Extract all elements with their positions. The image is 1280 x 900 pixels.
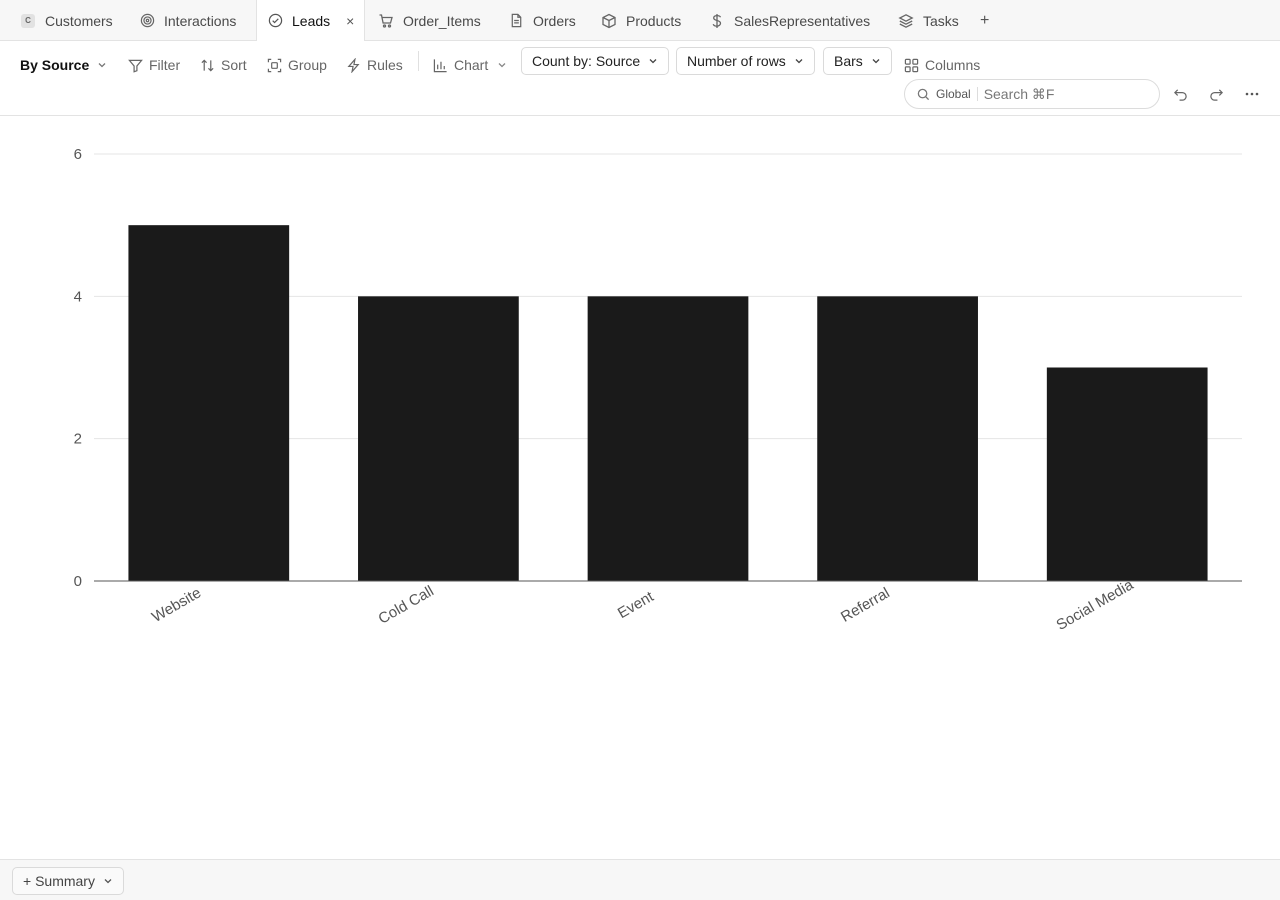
chevron-down-icon [795,59,803,64]
chart-style-label: Bars [834,53,863,69]
filter-icon [128,59,143,73]
tab-label: Orders [533,12,576,29]
chevron-down-icon [872,59,880,64]
metric-dropdown[interactable]: Number of rows [676,47,815,75]
dollar-icon [709,13,725,29]
bar [358,296,519,581]
c-badge-icon: C [20,13,36,29]
summary-label: + Summary [23,873,95,889]
toolbar-divider [418,51,419,71]
cart-icon [378,13,394,29]
chevron-down-icon [104,879,112,884]
y-tick-label: 4 [74,288,82,305]
chevron-down-icon [98,63,106,68]
sort-icon [201,58,214,72]
group-icon [267,58,282,72]
sort-label: Sort [221,57,247,73]
count-by-label: Count by: Source [532,53,641,69]
search-icon [917,88,930,100]
footer-bar: + Summary [0,859,1280,900]
tab-label: Customers [45,12,113,29]
x-tick-label: Social Media [1054,576,1137,634]
rules-button[interactable]: Rules [346,51,403,79]
x-tick-label: Referral [838,584,893,625]
metric-label: Number of rows [687,53,786,69]
rules-label: Rules [367,57,403,73]
group-button[interactable]: Group [267,51,327,79]
search-scope[interactable]: Global [936,87,978,101]
add-tab-button[interactable]: + [980,12,989,30]
tab-customers[interactable]: C Customers [20,0,113,41]
chart-style-dropdown[interactable]: Bars [823,47,892,75]
bar [587,296,749,581]
chart-button[interactable]: Chart [433,51,513,79]
tab-label: Products [626,12,682,29]
tab-order-items[interactable]: Order_Items [378,0,481,41]
tab-label: Interactions [164,12,237,29]
count-by-dropdown[interactable]: Count by: Source [521,47,670,75]
undo-button[interactable] [1171,85,1189,103]
chevron-down-icon [498,63,506,68]
layers-icon [898,13,914,29]
redo-icon [1209,88,1223,101]
tab-label: SalesRepresentatives [734,12,871,29]
bar [1046,367,1208,581]
check-circle-icon [267,13,283,29]
tab-salesrepresentatives[interactable]: SalesRepresentatives [709,0,870,41]
tab-leads[interactable]: Leads × [256,0,366,41]
chart-label: Chart [454,57,489,73]
search-placeholder: Search ⌘F [983,85,1055,102]
bar [128,225,290,581]
grid-icon [904,58,919,72]
group-label: Group [288,57,327,73]
chevron-down-icon [649,59,657,64]
view-selector[interactable]: By Source [20,51,113,79]
columns-label: Columns [925,57,981,73]
tab-tasks[interactable]: Tasks [898,0,959,41]
filter-button[interactable]: Filter [128,51,180,79]
document-icon [508,13,524,29]
y-tick-label: 0 [74,573,82,590]
tab-orders[interactable]: Orders [508,0,576,41]
y-tick-label: 2 [74,431,82,448]
lightning-icon [347,57,360,73]
tab-label: Leads [292,12,331,29]
y-tick-label: 6 [74,146,82,163]
summary-button[interactable]: + Summary [12,867,124,895]
view-label: By Source [20,57,90,73]
more-button[interactable] [1243,85,1261,103]
tab-interactions[interactable]: Interactions [139,0,236,41]
close-icon[interactable]: × [346,13,354,29]
tab-label: Tasks [923,12,959,29]
toolbar: By Source Filter Sort Group Rules Chart … [0,41,1280,116]
bar-chart-icon [433,58,447,72]
redo-button[interactable] [1207,85,1225,103]
undo-icon [1173,88,1187,101]
columns-button[interactable]: Columns [904,51,980,79]
bar-chart: 0 2 4 6 Website Cold Call Event Referral Social … [74,146,1242,634]
x-tick-label: Cold Call [376,583,437,628]
more-horizontal-icon [1245,92,1259,96]
filter-label: Filter [149,57,181,73]
box-icon [601,13,617,29]
bar [817,296,978,581]
sort-button[interactable]: Sort [200,51,247,79]
tab-bar: C Customers Interactions Leads × Order_I… [0,0,1280,41]
chart-area: 0 2 4 6 Website Cold Call Event Referral Social … [0,116,1280,859]
target-icon [139,13,155,29]
search-input[interactable]: Global Search ⌘F [904,79,1160,109]
x-tick-label: Event [615,588,657,622]
tab-label: Order_Items [403,12,481,29]
x-tick-label: Website [149,584,204,626]
tab-products[interactable]: Products [601,0,681,41]
